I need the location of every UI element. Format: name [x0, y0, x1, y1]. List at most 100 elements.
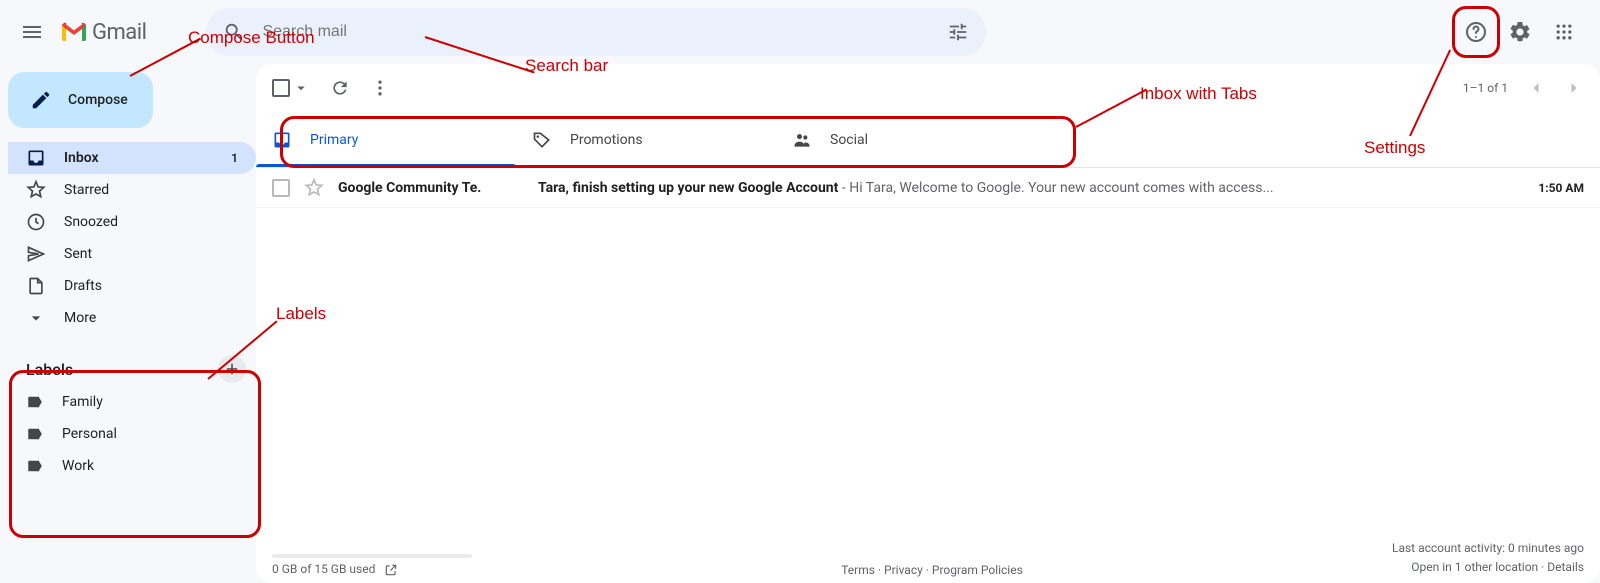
label-icon	[26, 425, 44, 443]
search-input[interactable]	[254, 23, 938, 41]
refresh-icon	[330, 78, 350, 98]
footer-activity: Last account activity: 0 minutes ago Ope…	[1392, 539, 1584, 577]
tab-label: Promotions	[570, 132, 643, 148]
storage-text: 0 GB of 15 GB used	[272, 562, 375, 576]
toolbar: 1–1 of 1	[256, 64, 1600, 112]
nav-sent[interactable]: Sent	[8, 238, 256, 270]
support-button[interactable]	[1456, 12, 1496, 52]
star-outline-icon	[304, 178, 324, 198]
details-link[interactable]: Details	[1547, 560, 1584, 574]
chevron-down-icon	[26, 308, 46, 328]
compose-button[interactable]: Compose	[8, 72, 153, 128]
settings-button[interactable]	[1500, 12, 1540, 52]
more-button[interactable]	[370, 78, 390, 98]
add-label-button[interactable]	[218, 355, 246, 383]
label-name: Personal	[62, 426, 117, 442]
people-icon	[792, 130, 812, 150]
email-subject: Tara, finish setting up your new Google …	[538, 180, 838, 196]
plus-icon	[223, 360, 241, 378]
chevron-right-icon	[1564, 78, 1584, 98]
tab-social[interactable]: Social	[776, 112, 1036, 167]
gear-icon	[1508, 20, 1532, 44]
open-in-text: Open in 1 other location	[1411, 560, 1538, 574]
storage-info: 0 GB of 15 GB used	[272, 554, 472, 577]
privacy-link[interactable]: Privacy	[884, 563, 923, 577]
next-page-button[interactable]	[1564, 78, 1584, 98]
select-all[interactable]	[272, 79, 310, 97]
page-info: 1–1 of 1	[1463, 81, 1508, 95]
logo-text: Gmail	[92, 20, 146, 45]
footer-links: Terms · Privacy · Program Policies	[841, 563, 1023, 577]
email-time: 1:50 AM	[1538, 181, 1584, 195]
open-icon[interactable]	[384, 563, 398, 577]
labels-header: Labels	[8, 352, 256, 386]
labels-title: Labels	[26, 360, 73, 379]
label-icon	[26, 457, 44, 475]
header-actions	[1456, 12, 1592, 52]
label-name: Work	[62, 458, 94, 474]
label-work[interactable]: Work	[8, 450, 256, 482]
gmail-logo-icon	[60, 21, 88, 43]
apps-button[interactable]	[1544, 12, 1584, 52]
tag-icon	[532, 130, 552, 150]
nav-starred[interactable]: Starred	[8, 174, 256, 206]
select-all-checkbox[interactable]	[272, 79, 290, 97]
nav-label: Starred	[64, 182, 109, 198]
chevron-left-icon	[1526, 78, 1546, 98]
nav-label: Sent	[64, 246, 92, 262]
tab-label: Social	[830, 132, 868, 148]
nav-more[interactable]: More	[8, 302, 256, 334]
nav-label: Snoozed	[64, 214, 118, 230]
star-button[interactable]	[304, 178, 324, 198]
compose-label: Compose	[68, 92, 128, 108]
pencil-icon	[30, 89, 52, 111]
policies-link[interactable]: Program Policies	[932, 563, 1023, 577]
main-menu-button[interactable]	[8, 8, 56, 56]
clock-icon	[26, 212, 46, 232]
menu-icon	[20, 20, 44, 44]
footer: 0 GB of 15 GB used Terms · Privacy · Pro…	[256, 529, 1600, 583]
header: Gmail	[0, 0, 1600, 64]
terms-link[interactable]: Terms	[841, 563, 875, 577]
storage-bar	[272, 554, 472, 558]
dropdown-icon[interactable]	[292, 79, 310, 97]
email-preview-sep: -	[838, 180, 849, 196]
help-icon	[1464, 20, 1488, 44]
more-vert-icon	[370, 78, 390, 98]
sidebar: Compose Inbox 1 Starred Snoozed Sent Dra…	[0, 64, 256, 583]
search-bar[interactable]	[206, 8, 986, 56]
email-row[interactable]: Google Community Te. Tara, finish settin…	[256, 168, 1600, 208]
label-personal[interactable]: Personal	[8, 418, 256, 450]
activity-text: Last account activity: 0 minutes ago	[1392, 539, 1584, 558]
label-name: Family	[62, 394, 103, 410]
email-sender: Google Community Te.	[338, 180, 538, 196]
nav-drafts[interactable]: Drafts	[8, 270, 256, 302]
tab-primary[interactable]: Primary	[256, 112, 516, 167]
send-icon	[26, 244, 46, 264]
inbox-icon	[26, 148, 46, 168]
file-icon	[26, 276, 46, 296]
email-preview: Hi Tara, Welcome to Google. Your new acc…	[849, 180, 1273, 196]
email-checkbox[interactable]	[272, 179, 290, 197]
tab-label: Primary	[310, 132, 358, 148]
tab-promotions[interactable]: Promotions	[516, 112, 776, 167]
search-icon	[223, 21, 245, 43]
gmail-logo[interactable]: Gmail	[60, 20, 146, 45]
nav-inbox[interactable]: Inbox 1	[8, 142, 256, 174]
inbox-icon	[272, 130, 292, 150]
nav-snoozed[interactable]: Snoozed	[8, 206, 256, 238]
inbox-tabs: Primary Promotions Social	[256, 112, 1600, 168]
labels-section: Labels Family Personal Work	[8, 352, 256, 482]
star-icon	[26, 180, 46, 200]
nav-label: More	[64, 310, 96, 326]
nav-label: Inbox	[64, 150, 99, 166]
label-family[interactable]: Family	[8, 386, 256, 418]
apps-icon	[1554, 22, 1574, 42]
label-icon	[26, 393, 44, 411]
search-options-button[interactable]	[938, 12, 978, 52]
tune-icon	[947, 21, 969, 43]
prev-page-button[interactable]	[1526, 78, 1546, 98]
search-button[interactable]	[214, 12, 254, 52]
main-panel: 1–1 of 1 Primary Promotions Social	[256, 64, 1600, 583]
refresh-button[interactable]	[330, 78, 350, 98]
